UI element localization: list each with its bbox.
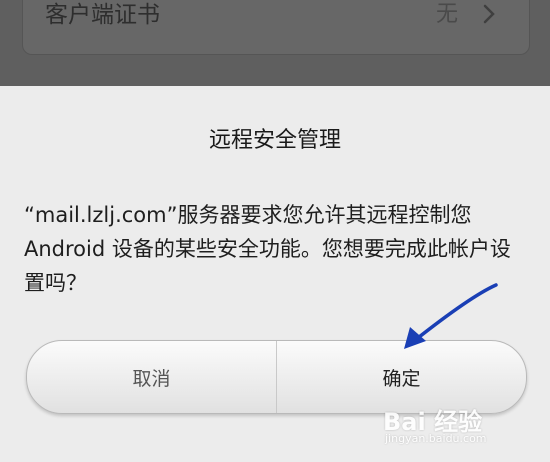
- baidu-jingyan-watermark: Bai 经验 jingyan.baidu.com: [383, 402, 528, 452]
- watermark-url: jingyan.baidu.com: [385, 432, 487, 445]
- dialog-title: 远程安全管理: [208, 128, 341, 153]
- client-certificate-value: 无: [435, 2, 458, 27]
- blue-arrow-icon: [404, 283, 498, 349]
- chevron-right-icon: [483, 4, 495, 24]
- background-settings-screen: 客户端证书 无: [0, 0, 550, 86]
- cancel-button[interactable]: 取消: [27, 341, 276, 413]
- client-certificate-label: 客户端证书: [45, 2, 160, 28]
